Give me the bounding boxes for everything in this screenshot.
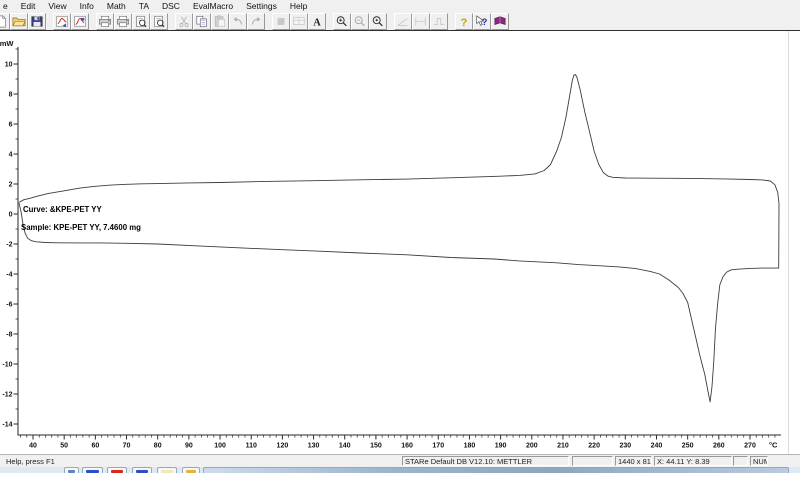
- cut-icon: [179, 16, 189, 27]
- toolbar-separator: [448, 13, 455, 30]
- table-icon: [293, 16, 305, 25]
- toolbar-separator: [387, 13, 394, 30]
- zoom-in-button[interactable]: [333, 12, 351, 30]
- status-database-panel: STARe Default DB V12.10: METTLER: [402, 456, 569, 466]
- doc-new-icon: [0, 14, 6, 27]
- sample-annotation: Sample: KPE-PET YY, 7.4600 mg: [21, 223, 141, 232]
- new-button[interactable]: [0, 12, 10, 30]
- toolbar-separator: [168, 13, 175, 30]
- svg-text:A: A: [313, 17, 321, 28]
- menu-evalmacro[interactable]: EvalMacro: [193, 1, 233, 11]
- integrate-icon: [415, 17, 426, 25]
- paste-button: [211, 12, 229, 30]
- help-icon: ?: [461, 16, 468, 27]
- chart-plot-area[interactable]: [0, 31, 800, 454]
- integration-tool-button: [412, 12, 430, 30]
- toolbar-separator: [326, 13, 333, 30]
- print-preview-button[interactable]: [132, 12, 150, 30]
- menu-view[interactable]: View: [48, 1, 66, 11]
- menu-help[interactable]: Help: [290, 1, 307, 11]
- curve-open2-icon: [74, 15, 86, 27]
- zoom-reset-icon: [372, 15, 383, 26]
- print-button[interactable]: [96, 12, 114, 30]
- status-help-text: Help, press F1: [6, 457, 55, 466]
- table-button: [290, 12, 308, 30]
- save-button[interactable]: [28, 12, 46, 30]
- zoom-out-button: [351, 12, 369, 30]
- curve-annotation: Curve: &KPE-PET YY: [23, 205, 102, 214]
- undo-icon: [233, 16, 243, 25]
- tangent-icon: [397, 17, 408, 26]
- print-icon: [99, 15, 111, 27]
- open-curve-alt-button[interactable]: [71, 12, 89, 30]
- menu-settings[interactable]: Settings: [246, 1, 277, 11]
- svg-text:?: ?: [482, 16, 488, 27]
- help-context-icon: ?: [476, 14, 488, 27]
- text-label-button[interactable]: A: [308, 12, 326, 30]
- book-icon: [494, 15, 506, 25]
- toolbar: A??: [0, 12, 800, 31]
- status-bar: Help, press F1 STARe Default DB V12.10: …: [0, 454, 800, 467]
- step-icon: [433, 17, 445, 25]
- status-resolution-panel: 1440 x 818: [615, 456, 652, 466]
- folder-open-icon: [12, 17, 26, 26]
- step-tool-button: [430, 12, 448, 30]
- redo-icon: [251, 16, 261, 25]
- paste-icon: [214, 15, 226, 27]
- cut-button: [175, 12, 193, 30]
- save-icon: [31, 15, 43, 27]
- menu-dsc[interactable]: DSC: [162, 1, 180, 11]
- status-empty-panel-2: [733, 456, 748, 466]
- stop-icon: [277, 17, 285, 25]
- zoom-reset-button[interactable]: [369, 12, 387, 30]
- toolbar-separator: [265, 13, 272, 30]
- open-button[interactable]: [10, 12, 28, 30]
- help-button[interactable]: ?: [455, 12, 473, 30]
- evalmacro-book-button[interactable]: [491, 12, 509, 30]
- print-icon: [117, 15, 129, 27]
- svg-text:?: ?: [461, 16, 468, 27]
- status-empty-panel: [572, 456, 613, 466]
- status-cursor-coords-panel: X: 44.11 Y: 8.39: [654, 456, 732, 466]
- stare-app-window: e Edit View Info Math TA DSC EvalMacro Settings H…: [0, 0, 800, 481]
- tangent-tool-button: [394, 12, 412, 30]
- toolbar-separator: [46, 13, 53, 30]
- status-num-lock-indicator: NUM: [750, 456, 768, 466]
- menu-bar: e Edit View Info Math TA DSC EvalMacro Settings H…: [0, 0, 800, 12]
- menu-math[interactable]: Math: [107, 1, 126, 11]
- context-help-button[interactable]: ?: [473, 12, 491, 30]
- open-curve-button[interactable]: [53, 12, 71, 30]
- redo-button: [247, 12, 265, 30]
- window-right-border: [788, 31, 789, 454]
- zoom-in-icon: [336, 15, 347, 26]
- menu-file[interactable]: e: [3, 1, 8, 11]
- undo-button: [229, 12, 247, 30]
- toolbar-separator: [89, 13, 96, 30]
- preview-icon: [136, 15, 147, 27]
- copy-button[interactable]: [193, 12, 211, 30]
- print-copy-button[interactable]: [114, 12, 132, 30]
- text-A-icon: A: [313, 17, 321, 28]
- desktop-sliver: [0, 473, 800, 481]
- stop-button: [272, 12, 290, 30]
- print-preview-alt-button[interactable]: [150, 12, 168, 30]
- menu-edit[interactable]: Edit: [21, 1, 36, 11]
- menu-ta[interactable]: TA: [139, 1, 149, 11]
- menu-info[interactable]: Info: [80, 1, 94, 11]
- curve-open-icon: [56, 15, 68, 27]
- zoom-out-icon: [354, 15, 365, 26]
- copy-icon: [196, 15, 207, 27]
- preview-icon: [154, 15, 165, 27]
